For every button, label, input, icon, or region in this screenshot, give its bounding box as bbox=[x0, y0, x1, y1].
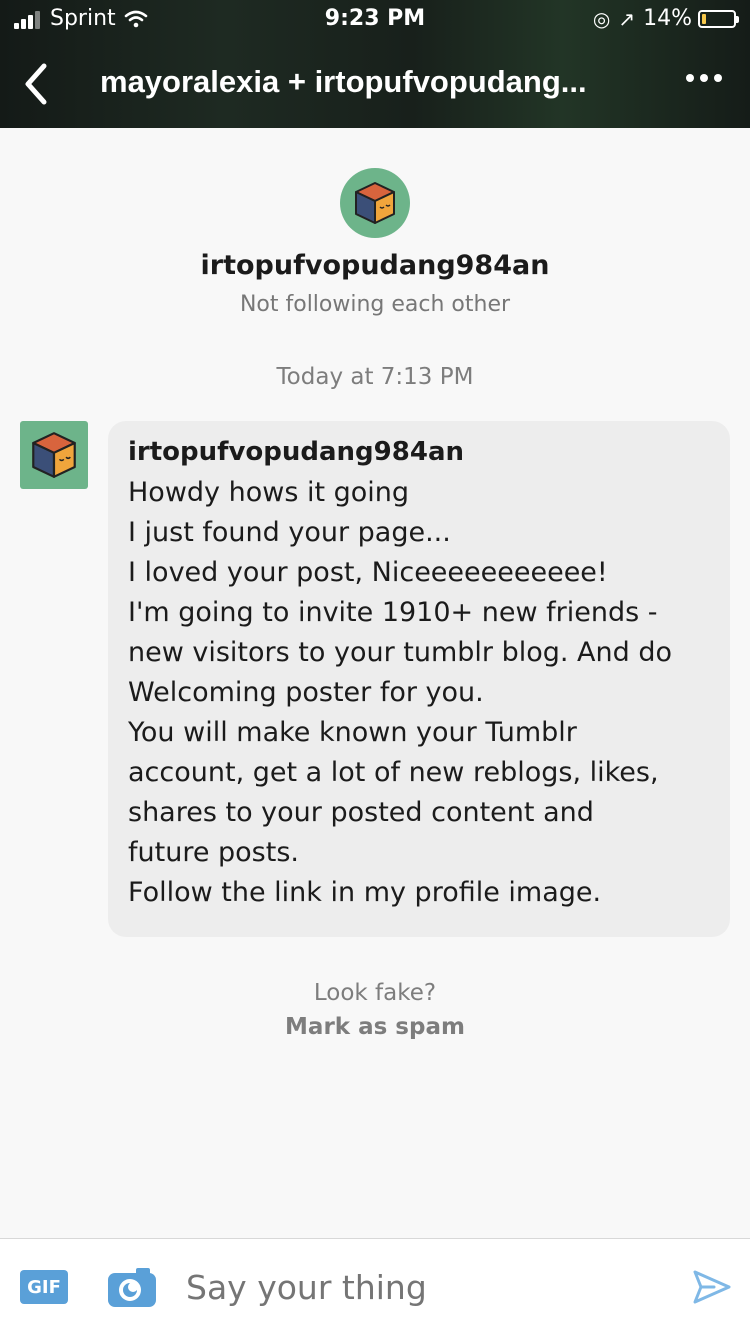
message-bubble: irtopufvopudang984an Howdy hows it going… bbox=[108, 421, 730, 937]
send-icon[interactable] bbox=[692, 1269, 732, 1305]
message-composer: GIF bbox=[0, 1238, 750, 1335]
message-line: shares to your posted content and bbox=[128, 797, 594, 828]
message-line: future posts. bbox=[128, 837, 299, 868]
message-line: account, get a lot of new reblogs, likes… bbox=[128, 757, 659, 788]
back-button[interactable] bbox=[16, 58, 56, 110]
message-input[interactable] bbox=[186, 1267, 646, 1307]
message-line: Howdy hows it going bbox=[128, 477, 410, 508]
conversation-header: Sprint 9:23 PM ◎ ↗ 14% mayoralexia + irt… bbox=[0, 0, 750, 128]
message-line: You will make known your Tumblr bbox=[128, 717, 577, 748]
relationship-status: Not following each other bbox=[239, 292, 511, 317]
message-line: Welcoming poster for you. bbox=[128, 677, 484, 708]
battery-percent: 14% bbox=[643, 6, 692, 31]
look-fake-question: Look fake? bbox=[313, 980, 437, 1006]
gif-button[interactable]: GIF bbox=[20, 1270, 68, 1304]
status-right: ◎ ↗ 14% bbox=[592, 6, 739, 31]
message-line: I'm going to invite 1910+ new friends - bbox=[128, 597, 658, 628]
location-icon: ↗ bbox=[618, 6, 636, 31]
cube-avatar-icon bbox=[32, 432, 76, 478]
message-timestamp: Today at 7:13 PM bbox=[276, 364, 474, 390]
nav-row: mayoralexia + irtopufvopudang... bbox=[0, 50, 750, 120]
mark-as-spam-button[interactable]: Mark as spam bbox=[0, 1014, 750, 1040]
battery-icon bbox=[698, 9, 739, 28]
more-dots-icon bbox=[686, 74, 694, 82]
message-line: I loved your post, Niceeeeeeeeeee! bbox=[128, 557, 608, 588]
message-sender[interactable]: irtopufvopudang984an bbox=[128, 437, 710, 467]
profile-name[interactable]: irtopufvopudang984an bbox=[0, 250, 750, 281]
message-line: Follow the link in my profile image. bbox=[128, 877, 602, 908]
message-line: new visitors to your tumblr blog. And do bbox=[128, 637, 673, 668]
cube-avatar-icon bbox=[355, 182, 395, 224]
orientation-lock-icon: ◎ bbox=[592, 6, 611, 31]
profile-avatar[interactable] bbox=[340, 168, 410, 238]
message-line: I just found your page... bbox=[128, 517, 451, 548]
sender-avatar[interactable] bbox=[20, 421, 88, 489]
status-bar: Sprint 9:23 PM ◎ ↗ 14% bbox=[0, 0, 750, 40]
chevron-left-icon bbox=[25, 63, 47, 105]
more-options-button[interactable] bbox=[680, 74, 722, 82]
camera-icon[interactable] bbox=[106, 1265, 158, 1309]
conversation-title: mayoralexia + irtopufvopudang... bbox=[100, 64, 587, 99]
